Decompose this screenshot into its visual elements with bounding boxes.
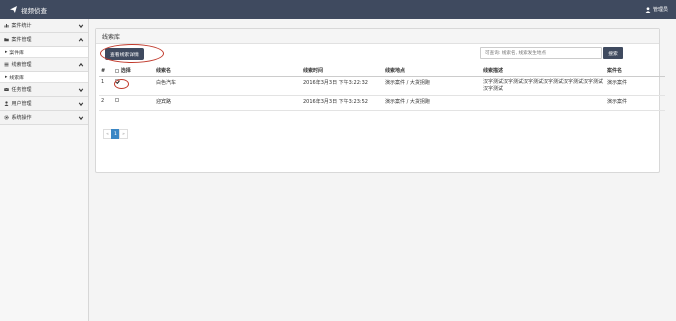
sidebar-item-label: 线索管理 bbox=[11, 62, 32, 68]
row-name: 迎宾路 bbox=[154, 95, 301, 111]
row-desc bbox=[481, 95, 605, 111]
table-row[interactable]: 1 白色汽车 2016年3月3日 下午3:22:32 演示案件 / 大货拐跑 汉… bbox=[99, 76, 665, 96]
row-case: 演示案件 bbox=[605, 95, 665, 111]
clue-table: # 选择 线索名 线索时间 线索地点 线索描述 案件名 1 白色汽车 2016年… bbox=[99, 66, 665, 111]
col-select: 选择 bbox=[113, 66, 154, 77]
chevron-up-icon bbox=[78, 37, 84, 42]
sidebar-subitem-label: 线索库 bbox=[9, 75, 24, 81]
chevron-down-icon bbox=[78, 101, 84, 106]
bullet-icon: ▸ bbox=[5, 74, 8, 80]
app-title: 视频侦查 bbox=[21, 6, 47, 15]
sidebar-item-label: 案件管理 bbox=[11, 37, 32, 43]
sidebar-subitem-case-library[interactable]: ▸ 案件库 bbox=[0, 47, 88, 58]
highlight-circle bbox=[100, 44, 164, 63]
pager-next[interactable]: » bbox=[119, 129, 128, 139]
chevron-down-icon bbox=[78, 23, 84, 28]
row-time: 2016年3月3日 下午3:22:32 bbox=[301, 76, 383, 96]
pagination: « 1 » bbox=[103, 129, 128, 139]
sidebar: 案件统计 案件管理 ▸ 案件库 线索管理 ▸ 线索库 任务管理 用户管理 系统操作 bbox=[0, 19, 89, 321]
envelope-icon bbox=[4, 87, 9, 91]
bar-chart-icon bbox=[4, 24, 9, 28]
chevron-up-icon bbox=[78, 62, 84, 67]
sidebar-item-case-management[interactable]: 案件管理 bbox=[0, 33, 88, 47]
folder-icon bbox=[4, 38, 9, 42]
sidebar-item-label: 系统操作 bbox=[11, 115, 32, 121]
select-all-checkbox[interactable] bbox=[115, 68, 119, 73]
chevron-down-icon bbox=[78, 115, 84, 120]
row-desc: 汉字测试汉字测试汉字测试汉字测试汉字测试汉字测试汉字测试 bbox=[481, 76, 605, 96]
user-icon bbox=[4, 101, 9, 106]
list-icon bbox=[4, 62, 9, 67]
bullet-icon: ▸ bbox=[5, 49, 8, 55]
chevron-down-icon bbox=[78, 87, 84, 92]
row-case: 演示案件 bbox=[605, 76, 665, 96]
clue-table-wrap: # 选择 线索名 线索时间 线索地点 线索描述 案件名 1 白色汽车 2016年… bbox=[99, 66, 665, 111]
col-desc: 线索描述 bbox=[481, 66, 605, 77]
col-place: 线索地点 bbox=[383, 66, 481, 77]
sidebar-subitem-clue-library[interactable]: ▸ 线索库 bbox=[0, 72, 88, 83]
row-num: 1 bbox=[99, 76, 113, 96]
search-button[interactable]: 搜索 bbox=[603, 47, 623, 59]
paper-plane-icon bbox=[10, 6, 17, 13]
username: 管理员 bbox=[652, 7, 668, 13]
col-name: 线索名 bbox=[154, 66, 301, 77]
search-input[interactable] bbox=[480, 47, 602, 59]
sidebar-item-system-operation[interactable]: 系统操作 bbox=[0, 111, 88, 125]
col-case: 案件名 bbox=[605, 66, 665, 77]
row-place: 演示案件 / 大货拐跑 bbox=[383, 76, 481, 96]
row-place: 演示案件 / 大货拐跑 bbox=[383, 95, 481, 111]
row-checkbox[interactable] bbox=[115, 98, 119, 102]
gear-icon bbox=[4, 115, 9, 120]
highlight-circle bbox=[114, 79, 129, 89]
sidebar-item-label: 案件统计 bbox=[11, 23, 32, 29]
col-time: 线索时间 bbox=[301, 66, 383, 77]
top-bar: 视频侦查 管理员 bbox=[0, 0, 676, 19]
table-row[interactable]: 2 迎宾路 2016年3月3日 下午3:23:52 演示案件 / 大货拐跑 演示… bbox=[99, 95, 665, 111]
sidebar-item-clue-management[interactable]: 线索管理 bbox=[0, 58, 88, 72]
row-name: 白色汽车 bbox=[154, 76, 301, 96]
sidebar-item-user-management[interactable]: 用户管理 bbox=[0, 97, 88, 111]
row-time: 2016年3月3日 下午3:23:52 bbox=[301, 95, 383, 111]
sidebar-subitem-label: 案件库 bbox=[9, 50, 24, 56]
row-num: 2 bbox=[99, 95, 113, 111]
user-menu[interactable]: 管理员 bbox=[645, 6, 668, 13]
table-header-row: # 选择 线索名 线索时间 线索地点 线索描述 案件名 bbox=[99, 66, 665, 77]
sidebar-item-task-management[interactable]: 任务管理 bbox=[0, 83, 88, 97]
user-icon bbox=[645, 6, 651, 13]
sidebar-item-label: 任务管理 bbox=[11, 87, 32, 93]
sidebar-item-case-stats[interactable]: 案件统计 bbox=[0, 19, 88, 33]
col-num: # bbox=[99, 66, 113, 77]
main-content: 线索库 bbox=[89, 19, 676, 321]
sidebar-item-label: 用户管理 bbox=[11, 101, 32, 107]
row-select bbox=[113, 95, 154, 111]
brand[interactable]: 视频侦查 bbox=[10, 5, 47, 15]
panel-title: 线索库 bbox=[96, 29, 659, 44]
